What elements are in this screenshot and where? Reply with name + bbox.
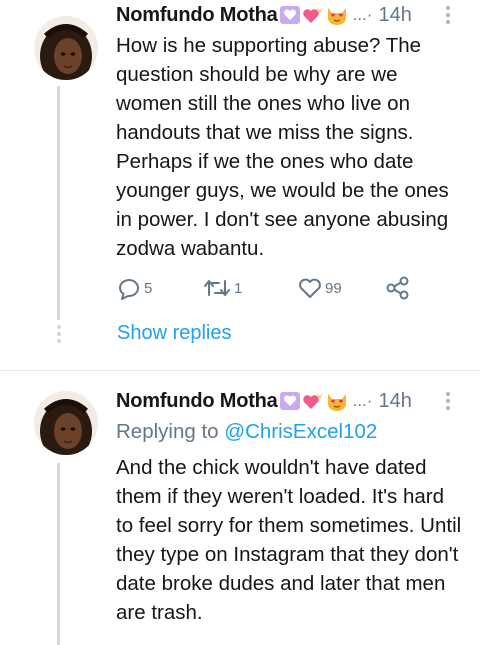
reply-count: 5: [144, 279, 153, 297]
replying-to-handle[interactable]: @ChrisExcel102: [224, 420, 377, 443]
purple-heart-icon: [279, 392, 300, 410]
share-icon: [386, 276, 409, 300]
tweet[interactable]: Nomfundo Motha ... · 14h Replying to @Ch…: [0, 371, 480, 645]
tweet-actions: 5 1 99: [116, 275, 436, 305]
heart-eyes-cat-icon: [327, 394, 346, 411]
show-replies-link[interactable]: Show replies: [117, 322, 232, 345]
name-truncation: ...: [352, 391, 367, 410]
timestamp[interactable]: 14h: [378, 4, 411, 27]
separator: ·: [366, 5, 373, 24]
tweet-header: Nomfundo Motha ... · 14h: [116, 388, 412, 414]
emoji-group: [279, 390, 349, 412]
timestamp[interactable]: 14h: [378, 390, 411, 413]
retweet-count: 1: [234, 279, 243, 297]
separator: ·: [366, 391, 373, 410]
name-truncation: ...: [352, 5, 367, 24]
heart-icon: [299, 278, 321, 298]
retweet-button[interactable]: 1: [202, 275, 242, 301]
reply-icon: [119, 279, 139, 300]
like-count: 99: [325, 279, 342, 297]
avatar[interactable]: [34, 391, 98, 455]
heart-eyes-cat-icon: [327, 8, 346, 25]
thread-dots: [57, 325, 61, 346]
tweet[interactable]: Nomfundo Motha ... · 14h How is he suppo…: [0, 0, 480, 370]
heart-with-ribbon-icon: [302, 393, 323, 409]
tweet-header: Nomfundo Motha ... · 14h: [116, 2, 412, 28]
more-options-icon[interactable]: [446, 6, 450, 27]
purple-heart-icon: [279, 6, 300, 24]
share-button[interactable]: [384, 275, 412, 301]
thread-line: [57, 463, 60, 645]
emoji-group: [279, 4, 349, 26]
tweet-text: And the chick wouldn't have dated them i…: [116, 456, 462, 624]
retweet-icon: [204, 280, 230, 296]
reply-button[interactable]: 5: [116, 275, 152, 301]
author-name[interactable]: Nomfundo Motha: [116, 4, 278, 27]
avatar[interactable]: [34, 16, 98, 80]
replying-to-label: Replying to: [116, 420, 219, 443]
more-options-icon[interactable]: [446, 392, 450, 413]
tweet-text: How is he supporting abuse? The question…: [116, 34, 449, 260]
heart-with-ribbon-icon: [302, 7, 323, 23]
author-name[interactable]: Nomfundo Motha: [116, 390, 278, 413]
thread-line: [57, 86, 60, 320]
like-button[interactable]: 99: [296, 275, 342, 301]
replying-to: Replying to @ChrisExcel102: [116, 420, 377, 444]
